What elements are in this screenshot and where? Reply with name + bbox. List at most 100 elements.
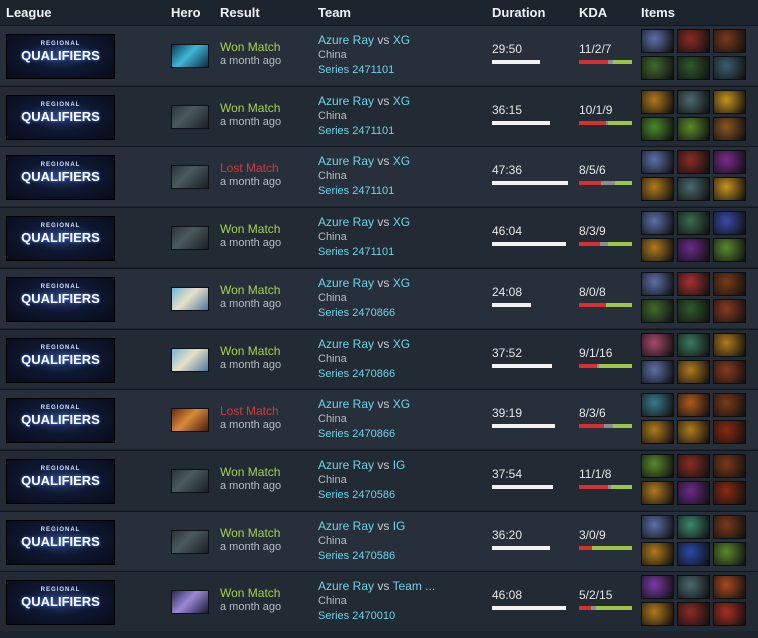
item-icon[interactable] (713, 271, 746, 296)
table-row[interactable]: REGIONAL QUALIFIERS Won Match a month ago Az… (0, 449, 758, 510)
item-icon[interactable] (713, 29, 746, 53)
item-icon[interactable] (641, 602, 674, 627)
item-icon[interactable] (677, 453, 710, 478)
header-team[interactable]: Team (318, 5, 351, 20)
team-name-link[interactable]: Azure Ray (318, 215, 374, 229)
team-name-link[interactable]: Azure Ray (318, 154, 374, 168)
opponent-name-link[interactable]: Team ... (393, 579, 436, 593)
result-label[interactable]: Won Match (220, 283, 281, 297)
item-icon[interactable] (713, 420, 746, 445)
item-icon[interactable] (641, 480, 674, 505)
item-icon[interactable] (677, 393, 710, 418)
item-icon[interactable] (677, 89, 710, 114)
league-logo[interactable]: REGIONAL QUALIFIERS (6, 458, 115, 504)
series-link[interactable]: Series 2470586 (318, 549, 405, 564)
item-icon[interactable] (713, 116, 746, 141)
item-icon[interactable] (641, 177, 674, 202)
item-icon[interactable] (713, 602, 746, 627)
item-icon[interactable] (677, 211, 710, 236)
series-link[interactable]: Series 2471101 (318, 184, 410, 199)
result-label[interactable]: Won Match (220, 465, 281, 479)
league-logo[interactable]: REGIONAL QUALIFIERS (6, 276, 115, 322)
league-logo[interactable]: REGIONAL QUALIFIERS (6, 34, 115, 79)
result-label[interactable]: Lost Match (220, 404, 281, 418)
item-icon[interactable] (713, 238, 746, 263)
item-icon[interactable] (677, 602, 710, 627)
item-icon[interactable] (713, 89, 746, 114)
team-name-link[interactable]: Azure Ray (318, 94, 374, 108)
series-link[interactable]: Series 2470586 (318, 488, 405, 503)
hero-portrait-icon[interactable] (171, 165, 209, 190)
item-icon[interactable] (677, 150, 710, 175)
item-icon[interactable] (677, 480, 710, 505)
item-icon[interactable] (713, 332, 746, 357)
opponent-name-link[interactable]: XG (393, 94, 410, 108)
item-icon[interactable] (713, 298, 746, 323)
league-logo[interactable]: REGIONAL QUALIFIERS (6, 155, 115, 201)
hero-portrait-icon[interactable] (171, 468, 209, 493)
item-icon[interactable] (677, 332, 710, 357)
table-row[interactable]: REGIONAL QUALIFIERS Lost Match a month ago A… (0, 146, 758, 207)
item-icon[interactable] (641, 150, 674, 175)
item-icon[interactable] (677, 359, 710, 384)
opponent-name-link[interactable]: XG (393, 154, 410, 168)
hero-portrait-icon[interactable] (171, 590, 209, 615)
item-icon[interactable] (641, 116, 674, 141)
league-logo[interactable]: REGIONAL QUALIFIERS (6, 398, 115, 444)
item-icon[interactable] (713, 211, 746, 236)
item-icon[interactable] (713, 575, 746, 600)
item-icon[interactable] (713, 514, 746, 539)
item-icon[interactable] (677, 29, 710, 53)
header-duration[interactable]: Duration (492, 5, 545, 20)
result-label[interactable]: Won Match (220, 222, 281, 236)
item-icon[interactable] (677, 514, 710, 539)
league-logo[interactable]: REGIONAL QUALIFIERS (6, 337, 115, 383)
series-link[interactable]: Series 2470866 (318, 427, 410, 442)
team-name-link[interactable]: Azure Ray (318, 579, 374, 593)
item-icon[interactable] (641, 575, 674, 600)
item-icon[interactable] (677, 575, 710, 600)
item-icon[interactable] (641, 238, 674, 263)
item-icon[interactable] (677, 238, 710, 263)
opponent-name-link[interactable]: IG (393, 519, 406, 533)
header-items[interactable]: Items (641, 5, 675, 20)
series-link[interactable]: Series 2470010 (318, 609, 435, 624)
league-logo[interactable]: REGIONAL QUALIFIERS (6, 580, 115, 626)
item-icon[interactable] (641, 420, 674, 445)
hero-portrait-icon[interactable] (171, 104, 209, 129)
table-row[interactable]: REGIONAL QUALIFIERS Won Match a month ago Az… (0, 267, 758, 328)
team-name-link[interactable]: Azure Ray (318, 276, 374, 290)
item-icon[interactable] (677, 541, 710, 566)
table-row[interactable]: REGIONAL QUALIFIERS Won Match a month ago Az… (0, 328, 758, 389)
item-icon[interactable] (713, 480, 746, 505)
item-icon[interactable] (677, 177, 710, 202)
item-icon[interactable] (713, 393, 746, 418)
team-name-link[interactable]: Azure Ray (318, 458, 374, 472)
league-logo[interactable]: REGIONAL QUALIFIERS (6, 519, 115, 565)
header-result[interactable]: Result (220, 5, 260, 20)
item-icon[interactable] (713, 56, 746, 80)
item-icon[interactable] (641, 514, 674, 539)
team-name-link[interactable]: Azure Ray (318, 337, 374, 351)
hero-portrait-icon[interactable] (171, 44, 209, 68)
table-row[interactable]: REGIONAL QUALIFIERS Won Match a month ago Az… (0, 25, 758, 85)
result-label[interactable]: Won Match (220, 344, 281, 358)
item-icon[interactable] (713, 541, 746, 566)
item-icon[interactable] (641, 393, 674, 418)
opponent-name-link[interactable]: XG (393, 33, 410, 47)
result-label[interactable]: Won Match (220, 101, 281, 115)
item-icon[interactable] (677, 298, 710, 323)
league-logo[interactable]: REGIONAL QUALIFIERS (6, 216, 115, 262)
item-icon[interactable] (677, 420, 710, 445)
item-icon[interactable] (713, 453, 746, 478)
league-logo[interactable]: REGIONAL QUALIFIERS (6, 94, 115, 140)
item-icon[interactable] (641, 211, 674, 236)
team-name-link[interactable]: Azure Ray (318, 397, 374, 411)
team-name-link[interactable]: Azure Ray (318, 33, 374, 47)
item-icon[interactable] (641, 332, 674, 357)
table-row[interactable]: REGIONAL QUALIFIERS Won Match a month ago Az… (0, 510, 758, 571)
table-row[interactable]: REGIONAL QUALIFIERS Won Match a month ago Az… (0, 85, 758, 146)
result-label[interactable]: Won Match (220, 586, 281, 600)
opponent-name-link[interactable]: IG (393, 458, 406, 472)
series-link[interactable]: Series 2471101 (318, 124, 410, 139)
